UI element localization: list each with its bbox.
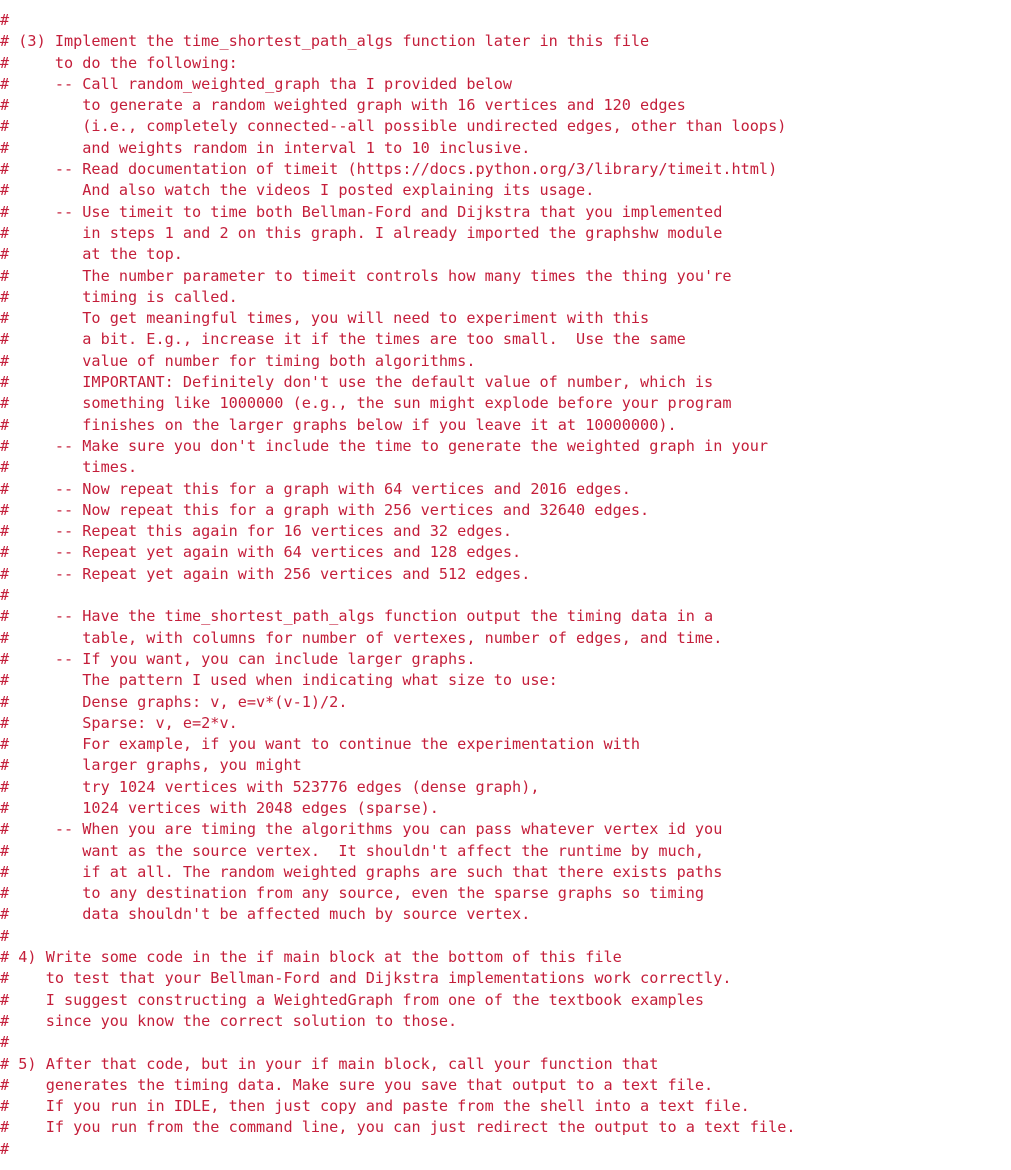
- code-comment-block: # # (3) Implement the time_shortest_path…: [0, 0, 1011, 1170]
